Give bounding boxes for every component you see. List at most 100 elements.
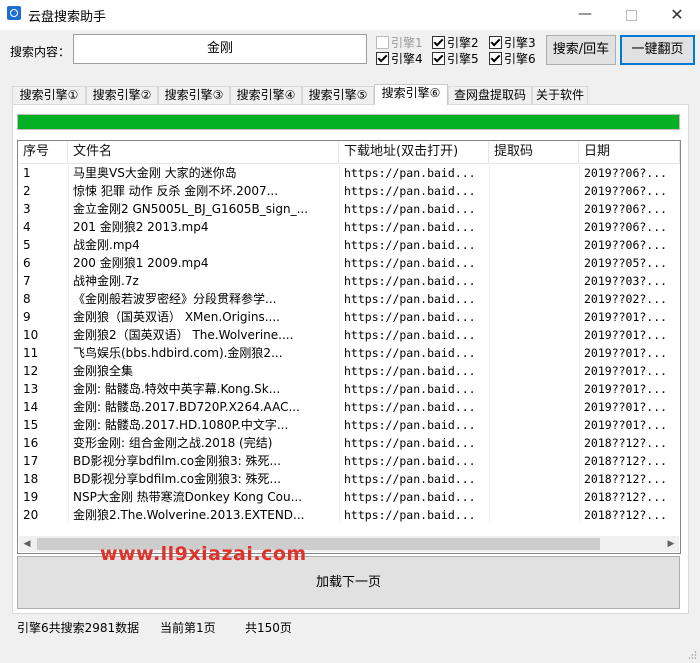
tab-1[interactable]: 搜索引擎① — [12, 86, 86, 104]
header-index[interactable]: 序号 — [18, 141, 68, 163]
header-date[interactable]: 日期 — [579, 141, 680, 163]
title-bar: 云盘搜索助手 — ✕ — [0, 0, 700, 30]
cell-filename: 金立金刚2 GN5005L_BJ_G1605B_sign_... — [73, 202, 309, 216]
table-row[interactable]: 19 NSP大金刚 热带寒流Donkey Kong Cou... https://p… — [18, 488, 680, 506]
table-row[interactable]: 8 《金刚般若波罗密经》分段贯释参学... https://pan.baid... 2… — [18, 290, 680, 308]
cell-url: https://pan.baid... — [344, 382, 476, 396]
cell-url: https://pan.baid... — [344, 454, 476, 468]
cell-url: https://pan.baid... — [344, 256, 476, 270]
table-row[interactable]: 4 201 金刚狼2 2013.mp4 https://pan.baid... 201… — [18, 218, 680, 236]
cell-date: 2019??06?... — [584, 166, 668, 180]
cell-date: 2019??01?... — [584, 400, 668, 414]
search-button[interactable]: 搜索/回车 — [546, 35, 616, 65]
cell-index: 10 — [23, 328, 39, 342]
cell-url: https://pan.baid... — [344, 328, 476, 342]
engine-checkbox-6[interactable]: 引擎6 — [489, 50, 536, 66]
tab-3[interactable]: 搜索引擎③ — [158, 86, 230, 104]
table-row[interactable]: 12 金刚狼全集 https://pan.baid... 2019??01?... — [18, 362, 680, 380]
cell-code — [489, 470, 579, 488]
checkbox-checked-icon[interactable] — [489, 52, 502, 65]
cell-date: 2018??12?... — [584, 508, 668, 522]
cell-code — [489, 344, 579, 362]
cell-url: https://pan.baid... — [344, 436, 476, 450]
table-row[interactable]: 10 金刚狼2（国英双语） The.Wolverine.... https://pa… — [18, 326, 680, 344]
cell-url: https://pan.baid... — [344, 274, 476, 288]
cell-filename: BD影视分享bdfilm.co金刚狼3: 殊死... — [73, 472, 281, 486]
cell-date: 2019??01?... — [584, 382, 668, 396]
scroll-right-icon[interactable]: ▶ — [663, 536, 679, 552]
cell-date: 2019??06?... — [584, 202, 668, 216]
cell-date: 2019??05?... — [584, 256, 668, 270]
engine-checkbox-1: 引擎1 — [376, 34, 423, 50]
window-title: 云盘搜索助手 — [28, 10, 107, 25]
engine-checkbox-3[interactable]: 引擎3 — [489, 34, 536, 50]
cell-index: 20 — [23, 508, 39, 522]
header-filename[interactable]: 文件名 — [68, 141, 339, 163]
cell-code — [489, 398, 579, 416]
cell-filename: 《金刚般若波罗密经》分段贯释参学... — [73, 292, 277, 306]
cell-date: 2019??01?... — [584, 364, 668, 378]
checkbox-checked-icon[interactable] — [432, 52, 445, 65]
table-row[interactable]: 3 金立金刚2 GN5005L_BJ_G1605B_sign_... https:/… — [18, 200, 680, 218]
flip-pages-button[interactable]: 一键翻页 — [620, 35, 695, 65]
cell-index: 8 — [23, 292, 31, 306]
table-row[interactable]: 15 金刚: 骷髅岛.2017.HD.1080P.中文字... https://pa… — [18, 416, 680, 434]
engine-label: 引擎3 — [504, 36, 536, 50]
checkbox-checked-icon[interactable] — [489, 36, 502, 49]
table-row[interactable]: 5 战金刚.mp4 https://pan.baid... 2019??06?... — [18, 236, 680, 254]
engine-checkbox-4[interactable]: 引擎4 — [376, 50, 423, 66]
cell-url: https://pan.baid... — [344, 490, 476, 504]
cell-filename: 战神金刚.7z — [73, 274, 139, 288]
list-rows: 1 马里奥VS大金刚 大家的迷你岛 https://pan.baid... 2019?… — [18, 164, 680, 524]
tab-4[interactable]: 搜索引擎④ — [230, 86, 302, 104]
resize-grip-icon[interactable] — [687, 650, 697, 660]
cell-filename: NSP大金刚 热带寒流Donkey Kong Cou... — [73, 490, 303, 504]
table-row[interactable]: 11 飞鸟娱乐(bbs.hdbird.com).金刚狼2... https://pa… — [18, 344, 680, 362]
checkbox-checked-icon[interactable] — [432, 36, 445, 49]
cell-url: https://pan.baid... — [344, 310, 476, 324]
table-row[interactable]: 1 马里奥VS大金刚 大家的迷你岛 https://pan.baid... 2019?… — [18, 164, 680, 182]
cell-date: 2019??01?... — [584, 310, 668, 324]
minimize-button[interactable]: — — [562, 0, 608, 30]
scroll-left-icon[interactable]: ◀ — [19, 536, 35, 552]
tab-7[interactable]: 查网盘提取码 — [448, 86, 532, 104]
engine-checkbox-5[interactable]: 引擎5 — [432, 50, 479, 66]
header-url[interactable]: 下载地址(双击打开) — [339, 141, 489, 163]
results-list[interactable]: 序号 文件名 下载地址(双击打开) 提取码 日期 1 马里奥VS大金刚 大家的迷你… — [17, 140, 681, 554]
app-icon — [7, 6, 21, 20]
search-input[interactable]: 金刚 — [73, 34, 367, 64]
cell-index: 17 — [23, 454, 39, 468]
table-row[interactable]: 13 金刚: 骷髅岛.特效中英字幕.Kong.Sk... https://pan.b… — [18, 380, 680, 398]
tab-2[interactable]: 搜索引擎② — [86, 86, 158, 104]
cell-code — [489, 506, 579, 524]
table-row[interactable]: 14 金刚: 骷髅岛.2017.BD720P.X264.AAC... https:/… — [18, 398, 680, 416]
table-row[interactable]: 20 金刚狼2.The.Wolverine.2013.EXTEND... https… — [18, 506, 680, 524]
tab-6[interactable]: 搜索引擎⑥ — [374, 84, 448, 105]
checkbox-checked-icon[interactable] — [376, 52, 389, 65]
table-row[interactable]: 2 惊悚 犯罪 动作 反杀 金刚不坏.2007... https://pan.bai… — [18, 182, 680, 200]
table-row[interactable]: 7 战神金刚.7z https://pan.baid... 2019??03?... — [18, 272, 680, 290]
header-code[interactable]: 提取码 — [489, 141, 579, 163]
table-row[interactable]: 6 200 金刚狼1 2009.mp4 https://pan.baid... 201… — [18, 254, 680, 272]
tab-5[interactable]: 搜索引擎⑤ — [302, 86, 374, 104]
tab-8[interactable]: 关于软件 — [532, 86, 588, 104]
cell-filename: BD影视分享bdfilm.co金刚狼3: 殊死... — [73, 454, 281, 468]
table-row[interactable]: 17 BD影视分享bdfilm.co金刚狼3: 殊死... https://pan.… — [18, 452, 680, 470]
table-row[interactable]: 9 金刚狼（国英双语） XMen.Origins.... https://pan.b… — [18, 308, 680, 326]
cell-url: https://pan.baid... — [344, 166, 476, 180]
checkbox-unchecked-icon[interactable] — [376, 36, 389, 49]
engine-checkboxes: 引擎1 引擎2 引擎3 引擎4 引擎5 引擎6 — [376, 34, 541, 66]
cell-index: 6 — [23, 256, 31, 270]
cell-filename: 金刚狼2.The.Wolverine.2013.EXTEND... — [73, 508, 305, 522]
cell-url: https://pan.baid... — [344, 364, 476, 378]
maximize-button[interactable] — [608, 0, 654, 30]
close-button[interactable]: ✕ — [654, 0, 700, 30]
engine-label: 引擎4 — [391, 52, 423, 66]
table-row[interactable]: 18 BD影视分享bdfilm.co金刚狼3: 殊死... https://pan.… — [18, 470, 680, 488]
cell-index: 11 — [23, 346, 39, 360]
table-row[interactable]: 16 变形金刚: 组合金刚之战.2018 (完结) https://pan.baid… — [18, 434, 680, 452]
engine-checkbox-2[interactable]: 引擎2 — [432, 34, 479, 50]
engine-label: 引擎2 — [447, 36, 479, 50]
cell-index: 2 — [23, 184, 31, 198]
cell-date: 2019??03?... — [584, 274, 668, 288]
